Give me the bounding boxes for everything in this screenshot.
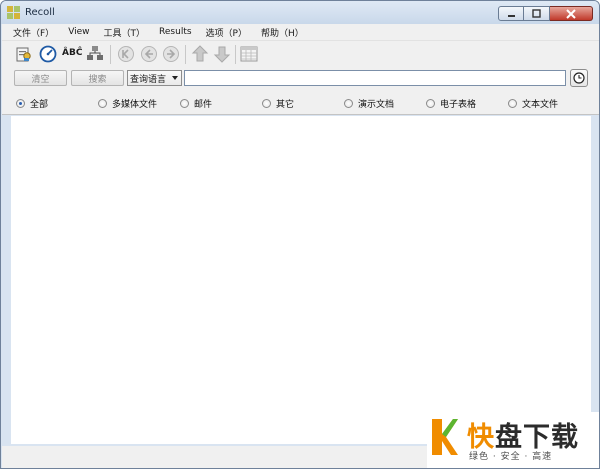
history-button[interactable]	[570, 69, 588, 87]
filter-row: 全部 多媒体文件 邮件 其它 演示文档 电子表格 文本文件	[2, 90, 599, 115]
filter-label: 其它	[276, 99, 295, 110]
radio-icon	[180, 98, 189, 108]
filter-label: 邮件	[194, 99, 213, 110]
minimize-icon	[507, 15, 515, 17]
toolbar-separator	[110, 45, 111, 64]
toolbar-separator	[235, 45, 236, 64]
maximize-icon	[532, 9, 541, 18]
query-language-select[interactable]: 查询语言	[127, 70, 182, 86]
filter-all-radio[interactable]: 全部	[16, 97, 49, 110]
menu-results[interactable]: Results	[152, 27, 199, 37]
search-button[interactable]: 搜索	[71, 70, 124, 86]
menu-bar: 文件（F） View 工具（T） Results 选项（P） 帮助（H）	[2, 24, 599, 40]
watermark: 快盘下载 绿色 · 安全 · 高速	[427, 412, 599, 468]
filter-text-radio[interactable]: 文本文件	[508, 97, 559, 110]
title-bar[interactable]: Recoll	[1, 1, 599, 24]
filter-presentation-radio[interactable]: 演示文档	[344, 97, 395, 110]
toolbar: ÂBĈ	[2, 40, 599, 66]
filter-other-radio[interactable]: 其它	[262, 97, 295, 110]
first-page-icon[interactable]	[117, 45, 135, 63]
previous-page-icon[interactable]	[140, 45, 158, 63]
radio-icon	[98, 98, 107, 108]
window-title: Recoll	[25, 7, 55, 18]
filter-label: 演示文档	[358, 99, 395, 110]
menu-options[interactable]: 选项（P）	[199, 26, 254, 39]
clear-button[interactable]: 清空	[14, 70, 67, 86]
maximize-button[interactable]	[524, 6, 550, 21]
result-table-icon[interactable]	[240, 45, 258, 63]
radio-selected-icon	[16, 98, 25, 108]
filter-label: 多媒体文件	[112, 99, 158, 110]
next-page-icon[interactable]	[162, 45, 180, 63]
chevron-down-icon	[172, 76, 178, 80]
spelling-abc-icon[interactable]: ÂBĈ	[62, 48, 84, 66]
clock-icon	[573, 72, 585, 84]
toolbar-separator	[185, 45, 186, 64]
radio-icon	[508, 98, 517, 108]
close-icon	[566, 8, 576, 19]
radio-icon	[344, 98, 353, 108]
radio-icon	[426, 98, 435, 108]
watermark-logo-icon	[432, 419, 458, 455]
query-index-icon[interactable]	[15, 45, 33, 63]
filter-media-radio[interactable]: 多媒体文件	[98, 97, 158, 110]
filter-mail-radio[interactable]: 邮件	[180, 97, 213, 110]
network-icon[interactable]	[86, 45, 104, 63]
close-button[interactable]	[550, 6, 593, 21]
watermark-tagline: 绿色 · 安全 · 高速	[469, 452, 553, 462]
filter-spreadsheet-radio[interactable]: 电子表格	[426, 97, 477, 110]
search-input[interactable]	[184, 70, 566, 86]
radio-icon	[262, 98, 271, 108]
results-area[interactable]	[11, 116, 591, 444]
update-index-icon[interactable]	[39, 45, 57, 63]
filter-label: 文本文件	[522, 99, 559, 110]
window-controls	[498, 6, 593, 21]
menu-file[interactable]: 文件（F）	[6, 26, 61, 39]
menu-tools[interactable]: 工具（T）	[97, 26, 153, 39]
filter-label: 电子表格	[440, 99, 477, 110]
filter-label: 全部	[30, 99, 49, 110]
sort-down-icon[interactable]	[213, 45, 231, 63]
menu-view[interactable]: View	[61, 27, 96, 37]
minimize-button[interactable]	[498, 6, 524, 21]
recoll-app-icon	[7, 6, 20, 19]
query-language-value: 查询语言	[130, 74, 167, 85]
search-row: 清空 搜索 查询语言	[2, 66, 599, 90]
menu-help[interactable]: 帮助（H）	[254, 26, 311, 39]
sort-up-icon[interactable]	[191, 45, 209, 63]
app-window: Recoll 文件（F） View 工具（T） Results 选项（P） 帮助…	[0, 0, 600, 469]
